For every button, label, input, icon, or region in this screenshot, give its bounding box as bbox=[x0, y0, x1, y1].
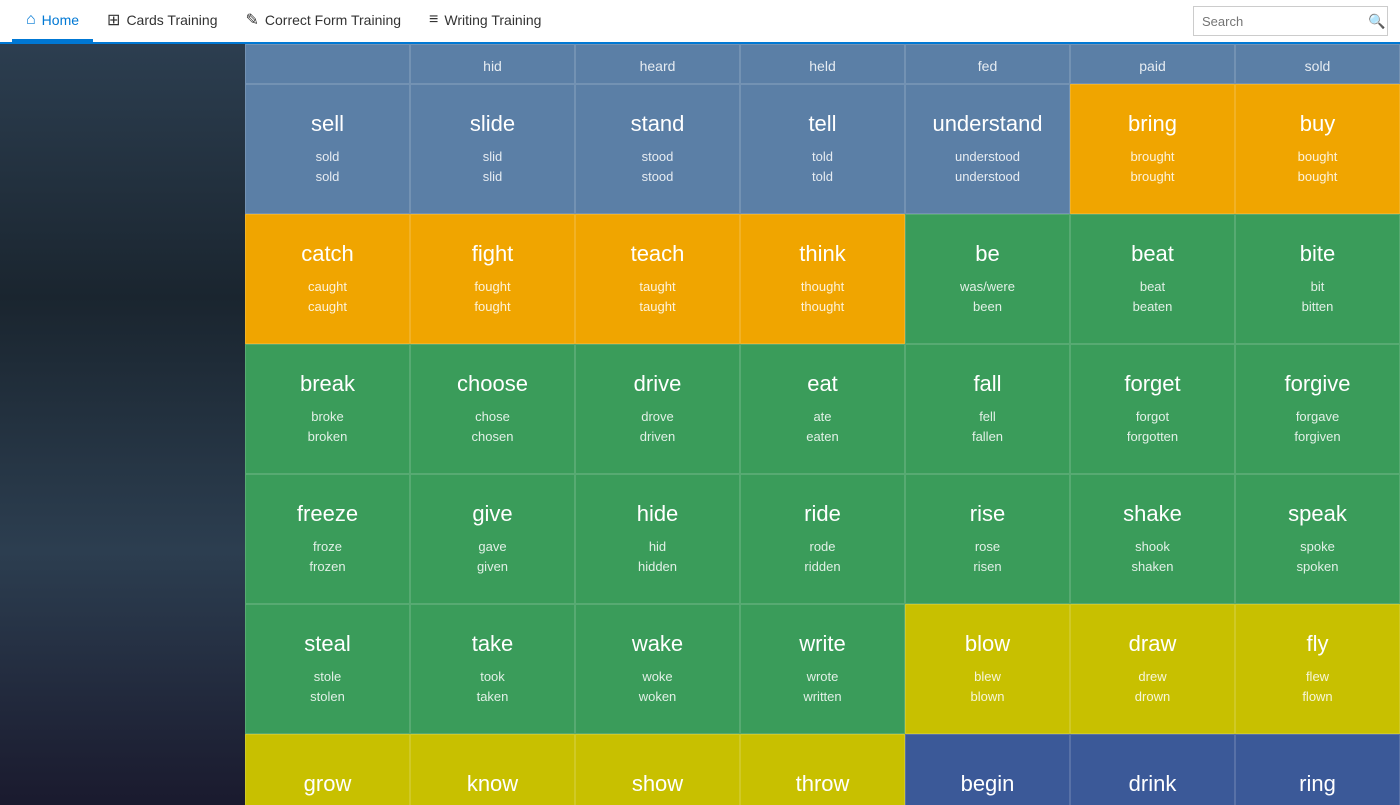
card-3-0[interactable]: freezefrozefrozen bbox=[245, 474, 410, 604]
card-2-6[interactable]: forgiveforgaveforgiven bbox=[1235, 344, 1400, 474]
card-2-1[interactable]: choosechosechosen bbox=[410, 344, 575, 474]
card-top-3[interactable]: held bbox=[740, 44, 905, 84]
card-5-6[interactable]: ringrang bbox=[1235, 734, 1400, 805]
card-4-3[interactable]: writewrotewritten bbox=[740, 604, 905, 734]
cards-grid: hidheardheldfedpaidsold sellsoldsoldslide… bbox=[245, 44, 1400, 805]
card-4-5[interactable]: drawdrewdrown bbox=[1070, 604, 1235, 734]
card-3-1[interactable]: givegavegiven bbox=[410, 474, 575, 604]
navbar: ⌂ Home ⊞ Cards Training ✎ Correct Form T… bbox=[0, 0, 1400, 44]
nav-cards[interactable]: ⊞ Cards Training bbox=[93, 0, 231, 42]
card-5-0[interactable]: growgrew bbox=[245, 734, 410, 805]
card-4-4[interactable]: blowblewblown bbox=[905, 604, 1070, 734]
card-top-2[interactable]: heard bbox=[575, 44, 740, 84]
card-2-5[interactable]: forgetforgotforgotten bbox=[1070, 344, 1235, 474]
nav-writing-label: Writing Training bbox=[444, 12, 541, 28]
correct-icon: ✎ bbox=[245, 10, 258, 30]
card-2-3[interactable]: eatateeaten bbox=[740, 344, 905, 474]
card-top-4[interactable]: fed bbox=[905, 44, 1070, 84]
nav-home-label: Home bbox=[42, 12, 79, 28]
card-top-5[interactable]: paid bbox=[1070, 44, 1235, 84]
card-0-3[interactable]: telltoldtold bbox=[740, 84, 905, 214]
card-1-4[interactable]: bewas/werebeen bbox=[905, 214, 1070, 344]
background-image bbox=[0, 44, 245, 805]
card-1-0[interactable]: catchcaughtcaught bbox=[245, 214, 410, 344]
card-top-1[interactable]: hid bbox=[410, 44, 575, 84]
search-input[interactable] bbox=[1194, 14, 1362, 29]
nav-cards-label: Cards Training bbox=[126, 12, 217, 28]
card-3-2[interactable]: hidehidhidden bbox=[575, 474, 740, 604]
writing-icon: ≡ bbox=[429, 11, 438, 29]
search-box: 🔍 bbox=[1193, 6, 1388, 36]
card-4-2[interactable]: wakewokewoken bbox=[575, 604, 740, 734]
card-4-1[interactable]: taketooktaken bbox=[410, 604, 575, 734]
card-1-1[interactable]: fightfoughtfought bbox=[410, 214, 575, 344]
home-icon: ⌂ bbox=[26, 11, 36, 29]
card-0-2[interactable]: standstoodstood bbox=[575, 84, 740, 214]
search-button[interactable]: 🔍 bbox=[1362, 13, 1391, 30]
card-3-3[interactable]: rideroderidden bbox=[740, 474, 905, 604]
nav-correct-label: Correct Form Training bbox=[265, 12, 401, 28]
cards-grid-container: hidheardheldfedpaidsold sellsoldsoldslide… bbox=[245, 44, 1400, 805]
main-area: hidheardheldfedpaidsold sellsoldsoldslide… bbox=[0, 44, 1400, 805]
card-3-4[interactable]: riseroserisen bbox=[905, 474, 1070, 604]
card-top-6[interactable]: sold bbox=[1235, 44, 1400, 84]
card-5-2[interactable]: showshowed bbox=[575, 734, 740, 805]
card-1-3[interactable]: thinkthoughtthought bbox=[740, 214, 905, 344]
card-0-0[interactable]: sellsoldsold bbox=[245, 84, 410, 214]
card-0-1[interactable]: slideslidslid bbox=[410, 84, 575, 214]
card-1-2[interactable]: teachtaughttaught bbox=[575, 214, 740, 344]
card-3-6[interactable]: speakspokespoken bbox=[1235, 474, 1400, 604]
nav-writing[interactable]: ≡ Writing Training bbox=[415, 0, 555, 42]
card-2-2[interactable]: drivedrovedriven bbox=[575, 344, 740, 474]
card-5-1[interactable]: knowknew bbox=[410, 734, 575, 805]
card-0-6[interactable]: buyboughtbought bbox=[1235, 84, 1400, 214]
card-2-4[interactable]: fallfellfallen bbox=[905, 344, 1070, 474]
card-0-5[interactable]: bringbroughtbrought bbox=[1070, 84, 1235, 214]
card-1-6[interactable]: bitebitbitten bbox=[1235, 214, 1400, 344]
card-5-5[interactable]: drinkdrank bbox=[1070, 734, 1235, 805]
nav-home[interactable]: ⌂ Home bbox=[12, 0, 93, 42]
card-3-5[interactable]: shakeshookshaken bbox=[1070, 474, 1235, 604]
card-4-0[interactable]: stealstolestolen bbox=[245, 604, 410, 734]
nav-correct[interactable]: ✎ Correct Form Training bbox=[231, 0, 415, 42]
card-0-4[interactable]: understandunderstoodunderstood bbox=[905, 84, 1070, 214]
card-2-0[interactable]: breakbrokebroken bbox=[245, 344, 410, 474]
card-top-0[interactable] bbox=[245, 44, 410, 84]
cards-icon: ⊞ bbox=[107, 10, 120, 30]
card-5-4[interactable]: beginbegan bbox=[905, 734, 1070, 805]
card-5-3[interactable]: throwthrew bbox=[740, 734, 905, 805]
card-4-6[interactable]: flyflewflown bbox=[1235, 604, 1400, 734]
card-1-5[interactable]: beatbeatbeaten bbox=[1070, 214, 1235, 344]
